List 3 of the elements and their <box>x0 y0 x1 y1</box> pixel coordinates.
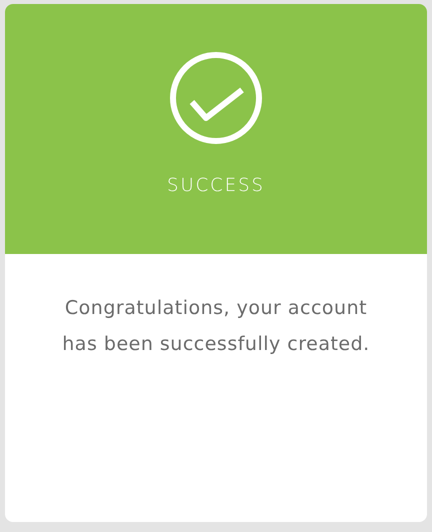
success-title: SUCCESS <box>167 174 265 198</box>
success-message: Congratulations, your account has been successfully created. <box>61 296 371 357</box>
checkmark-circle-icon <box>168 50 264 146</box>
